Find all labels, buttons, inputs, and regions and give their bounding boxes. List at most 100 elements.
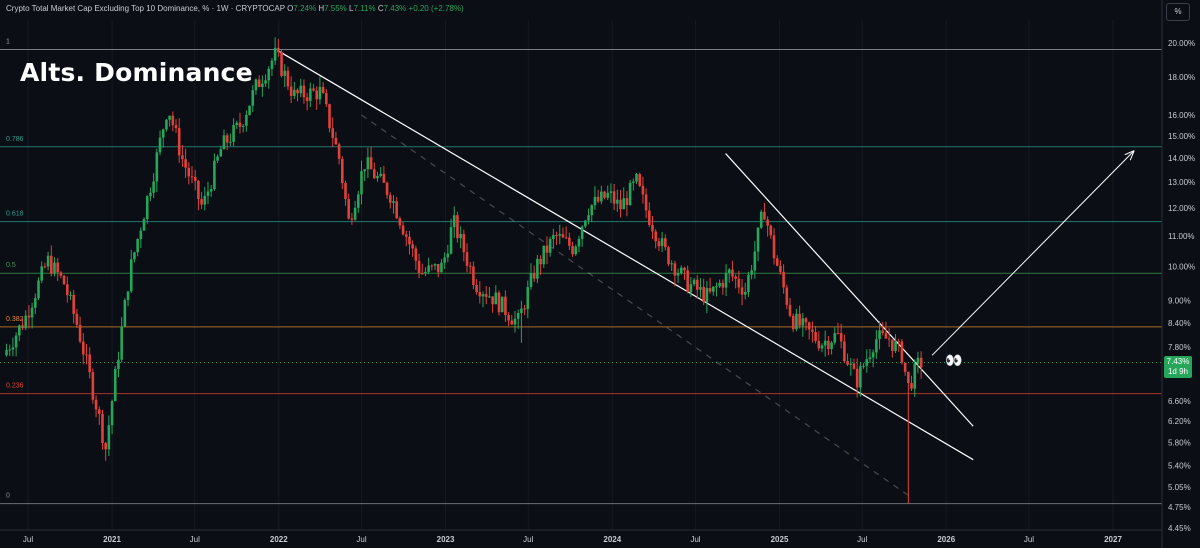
candle-body	[299, 85, 303, 94]
candle-body	[117, 359, 120, 370]
candle-body	[529, 273, 533, 288]
candle-body	[225, 135, 229, 143]
candle-body	[49, 255, 53, 274]
candle-body	[472, 266, 475, 285]
candle-body	[750, 270, 753, 275]
candle-body	[34, 298, 37, 308]
candle-body	[401, 225, 405, 235]
candle-body	[123, 300, 127, 327]
candle-body	[325, 93, 328, 105]
candle-body	[526, 287, 530, 310]
candle-body	[568, 237, 571, 246]
candle-body	[510, 320, 514, 325]
candle-body	[78, 324, 82, 342]
candle-body	[414, 248, 418, 261]
candle-body	[219, 149, 223, 157]
candle-body	[641, 185, 645, 195]
high-value: 7.55%	[324, 4, 347, 13]
candle-body	[289, 86, 293, 96]
candle-body	[632, 181, 635, 183]
candle-body	[296, 89, 299, 94]
candle-body	[846, 361, 849, 365]
candle-body	[213, 160, 216, 190]
candle-body	[715, 286, 718, 288]
fib-level-label: 0.618	[6, 211, 24, 218]
candle-body	[392, 201, 395, 203]
candle-body	[43, 266, 47, 268]
candle-body	[456, 215, 459, 239]
candle-body	[152, 181, 155, 193]
candle-body	[88, 354, 91, 373]
current-price-badge: 7.43% 1d 9h	[1164, 356, 1192, 378]
candle-body	[350, 218, 354, 220]
candle-body	[667, 247, 670, 265]
candle-body	[798, 313, 801, 326]
x-tick-label: 2025	[771, 535, 789, 544]
candle-body	[443, 257, 446, 263]
candle-body	[436, 264, 440, 273]
fib-level-label: 1	[6, 39, 10, 46]
candle-body	[120, 326, 123, 360]
candle-body	[772, 235, 776, 259]
candle-body	[897, 341, 901, 343]
percent-scale-button[interactable]: %	[1166, 3, 1190, 21]
candle-body	[388, 195, 392, 203]
candle-body	[312, 88, 315, 91]
candle-body	[875, 339, 878, 353]
candle-body	[651, 225, 654, 232]
overlay-title: Alts. Dominance	[20, 58, 253, 87]
candle-body	[862, 365, 865, 367]
candle-body	[504, 296, 507, 315]
candle-body	[827, 340, 830, 350]
candle-body	[277, 47, 280, 53]
fib-level-label: 0.786	[6, 136, 24, 143]
y-tick-label: 4.45%	[1168, 524, 1191, 533]
candle-body	[264, 80, 267, 84]
y-tick-label: 10.00%	[1168, 263, 1195, 272]
x-tick-label: 2026	[937, 535, 955, 544]
y-tick-label: 4.75%	[1168, 503, 1191, 512]
candle-body	[193, 176, 197, 181]
open-value: 7.24%	[293, 4, 317, 13]
y-tick-label: 12.00%	[1168, 204, 1195, 213]
candle-body	[27, 315, 31, 318]
y-tick-label: 6.20%	[1168, 417, 1191, 426]
candle-body	[248, 105, 251, 115]
candle-body	[584, 220, 587, 227]
candle-body	[261, 83, 264, 87]
candle-body	[756, 227, 760, 252]
fib-level-label: 0.236	[6, 383, 24, 390]
y-tick-label: 13.00%	[1168, 178, 1195, 187]
candle-body	[97, 409, 101, 414]
candle-body	[561, 234, 565, 238]
candle-body	[779, 265, 782, 272]
symbol-name: Crypto Total Market Cap Excluding Top 10…	[6, 4, 285, 13]
candle-body	[18, 325, 21, 336]
x-tick-label: Jul	[190, 535, 200, 544]
candle-body	[94, 399, 98, 410]
candle-body	[788, 304, 792, 316]
candle-body	[424, 271, 427, 274]
candle-body	[830, 342, 833, 350]
candle-body	[871, 352, 875, 358]
candle-body	[859, 366, 862, 388]
candle-body	[910, 383, 913, 389]
candle-body	[133, 252, 136, 260]
candle-body	[145, 196, 149, 220]
candle-body	[341, 158, 344, 184]
candle-body	[321, 86, 325, 94]
candle-body	[903, 362, 907, 372]
candle-body	[507, 314, 510, 321]
candle-body	[356, 194, 360, 208]
candle-body	[181, 155, 184, 160]
candle-body	[187, 167, 191, 177]
candle-body	[513, 318, 517, 325]
x-tick-label: 2027	[1104, 535, 1122, 544]
candle-body	[232, 125, 235, 142]
candle-body	[478, 292, 482, 297]
candle-body	[481, 294, 485, 297]
candle-body	[622, 198, 626, 210]
candle-body	[836, 333, 840, 335]
y-tick-label: 15.00%	[1168, 132, 1195, 141]
candle-body	[24, 315, 28, 329]
